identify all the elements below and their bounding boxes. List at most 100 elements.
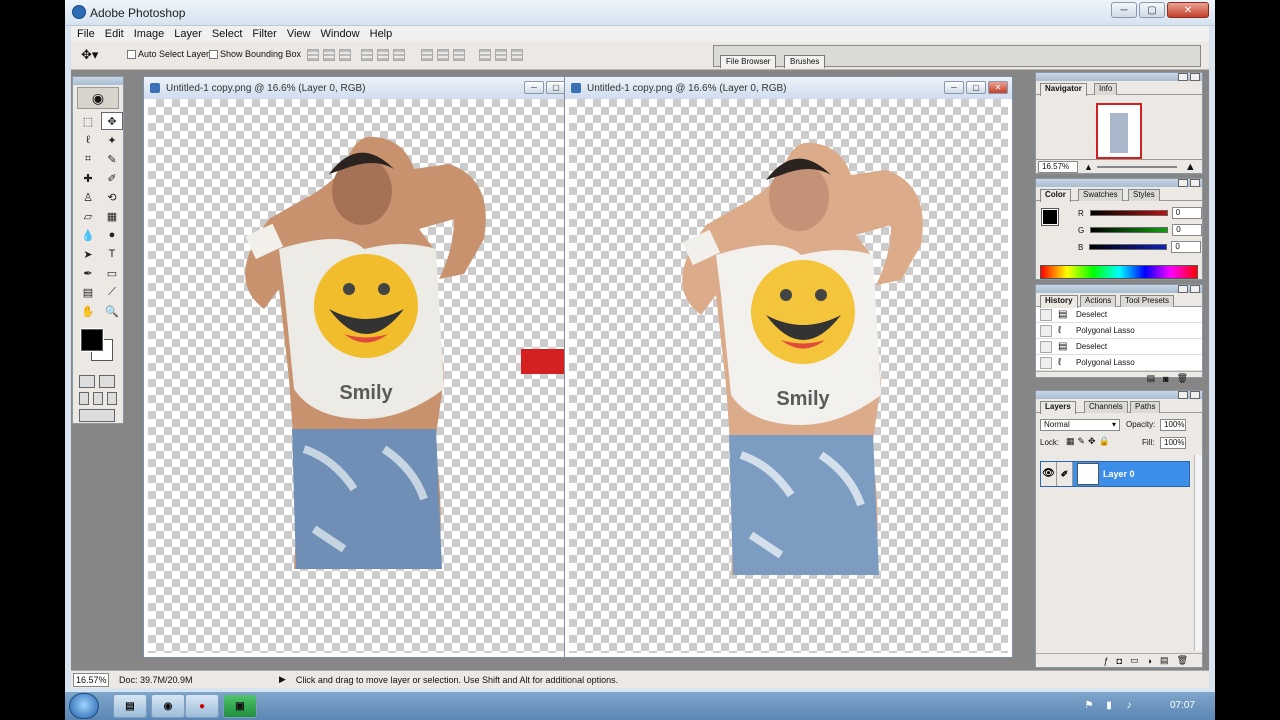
clone-stamp-tool-icon[interactable]: ♙ [77,188,99,206]
zoom-tool-icon[interactable]: 🔍 [101,302,123,320]
panel-minimize-button[interactable] [1178,391,1188,399]
layers-panel-header[interactable] [1036,391,1202,399]
slice-tool-icon[interactable]: ✎ [101,150,123,168]
full-screen-mode-icon[interactable] [107,392,117,405]
align-top-icon[interactable] [307,49,319,61]
notes-tool-icon[interactable]: ▤ [77,283,99,301]
panel-minimize-button[interactable] [1178,285,1188,293]
foreground-color-swatch[interactable] [80,328,104,352]
tab-history[interactable]: History [1040,295,1078,308]
lasso-tool-icon[interactable]: ℓ [77,131,99,149]
brush-tool-icon[interactable]: ✐ [101,169,123,187]
menu-edit[interactable]: Edit [105,28,124,40]
tab-styles[interactable]: Styles [1128,189,1160,201]
document-2-maximize-button[interactable]: ▢ [966,81,986,94]
panel-close-button[interactable] [1190,391,1200,399]
tab-navigator[interactable]: Navigator [1040,83,1087,96]
bounding-box-checkbox[interactable] [209,50,218,59]
red-channel-value[interactable]: 0 [1171,207,1202,219]
pen-tool-icon[interactable]: ✒ [77,264,99,282]
dodge-tool-icon[interactable]: ● [101,226,123,244]
maximize-button[interactable]: ▢ [1139,2,1165,18]
navigator-panel-header[interactable] [1036,73,1202,81]
zoom-in-icon[interactable]: ▲ [1185,161,1196,173]
rectangle-tool-icon[interactable]: ▭ [101,264,123,282]
minimize-button[interactable]: ─ [1111,2,1137,18]
distribute-right-icon[interactable] [511,49,523,61]
history-item[interactable]: ℓ Polygonal Lasso [1036,323,1202,339]
start-button[interactable] [69,693,99,719]
magic-wand-tool-icon[interactable]: ✦ [101,131,123,149]
green-channel-value[interactable]: 0 [1172,224,1203,236]
close-button[interactable]: ✕ [1167,2,1209,18]
flag-icon[interactable]: ⚑ [1083,700,1095,712]
history-item[interactable]: ℓ Polygonal Lasso [1036,355,1202,371]
adjustment-layer-icon[interactable]: ◑ [1147,656,1152,666]
document-2-minimize-button[interactable]: ─ [944,81,964,94]
panel-close-button[interactable] [1190,285,1200,293]
document-1-maximize-button[interactable]: ▢ [546,81,566,94]
move-tool-icon[interactable]: ✥ [101,112,123,130]
toolbox-header[interactable] [73,77,123,85]
document-1-title-bar[interactable]: Untitled-1 copy.png @ 16.6% (Layer 0, RG… [144,77,570,99]
healing-brush-tool-icon[interactable]: ✚ [77,169,99,187]
menu-help[interactable]: Help [370,28,393,40]
distribute-left-icon[interactable] [479,49,491,61]
document-1-minimize-button[interactable]: ─ [524,81,544,94]
history-panel-header[interactable] [1036,285,1202,293]
play-arrow-icon[interactable]: ▶ [279,674,286,685]
tab-layers[interactable]: Layers [1040,401,1076,414]
panel-close-button[interactable] [1190,179,1200,187]
layer-style-icon[interactable]: ƒ [1104,656,1109,666]
opacity-field[interactable]: 100% [1160,419,1186,431]
distribute-bottom-icon[interactable] [453,49,465,61]
menu-view[interactable]: View [287,28,311,40]
menu-window[interactable]: Window [321,28,360,40]
full-screen-menu-mode-icon[interactable] [93,392,103,405]
red-channel-slider[interactable] [1089,210,1168,216]
color-spectrum-ramp[interactable] [1040,265,1198,279]
explorer-taskbar-button[interactable]: ▤ [113,694,147,718]
layer-row[interactable]: 👁 ✐ Layer 0 [1040,461,1190,487]
distribute-top-icon[interactable] [421,49,433,61]
new-snapshot-icon[interactable]: ◙ [1163,374,1168,384]
menu-layer[interactable]: Layer [174,28,202,40]
tab-tool-presets[interactable]: Tool Presets [1120,295,1175,307]
delete-state-icon[interactable]: 🗑 [1177,373,1188,384]
brush-link-icon[interactable]: ✐ [1057,462,1073,486]
align-bottom-icon[interactable] [339,49,351,61]
add-mask-icon[interactable]: ◘ [1117,656,1122,666]
align-center-icon[interactable] [377,49,389,61]
tab-channels[interactable]: Channels [1084,401,1128,413]
volume-icon[interactable]: ♪ [1123,700,1135,712]
path-selection-tool-icon[interactable]: ➤ [77,245,99,263]
eye-icon[interactable]: 👁 [1041,462,1057,486]
standard-mode-icon[interactable] [79,375,95,388]
new-document-from-state-icon[interactable]: ▤ [1147,373,1156,384]
auto-select-checkbox[interactable] [127,50,136,59]
status-zoom-field[interactable]: 16.57% [73,672,109,687]
delete-layer-icon[interactable]: 🗑 [1177,655,1188,666]
menu-image[interactable]: Image [134,28,165,40]
blur-tool-icon[interactable]: 💧 [77,226,99,244]
palette-well-brushes-tab[interactable]: Brushes [784,55,826,68]
document-2-close-button[interactable]: ✕ [988,81,1008,94]
panel-minimize-button[interactable] [1178,73,1188,81]
navigator-zoom-slider[interactable] [1096,165,1177,168]
document-1-canvas[interactable]: Smily [148,99,801,653]
tab-color[interactable]: Color [1040,189,1071,202]
align-left-icon[interactable] [361,49,373,61]
blue-channel-value[interactable]: 0 [1171,241,1202,253]
app-taskbar-button[interactable]: ▣ [223,694,257,718]
jump-to-imageready-icon[interactable] [79,409,115,422]
document-2-title-bar[interactable]: Untitled-1 copy.png @ 16.6% (Layer 0, RG… [565,77,1012,99]
move-tool-preset-icon[interactable]: ✥▾ [81,47,111,65]
align-middle-icon[interactable] [323,49,335,61]
lock-icons[interactable]: ▦✎✥🔒 [1066,436,1113,447]
history-item[interactable]: ▤ Deselect [1036,307,1202,323]
color-panel-foreground-swatch[interactable] [1041,208,1059,226]
gradient-tool-icon[interactable]: ▦ [101,207,123,225]
green-channel-slider[interactable] [1090,227,1169,233]
panel-close-button[interactable] [1190,73,1200,81]
menu-select[interactable]: Select [212,28,243,40]
